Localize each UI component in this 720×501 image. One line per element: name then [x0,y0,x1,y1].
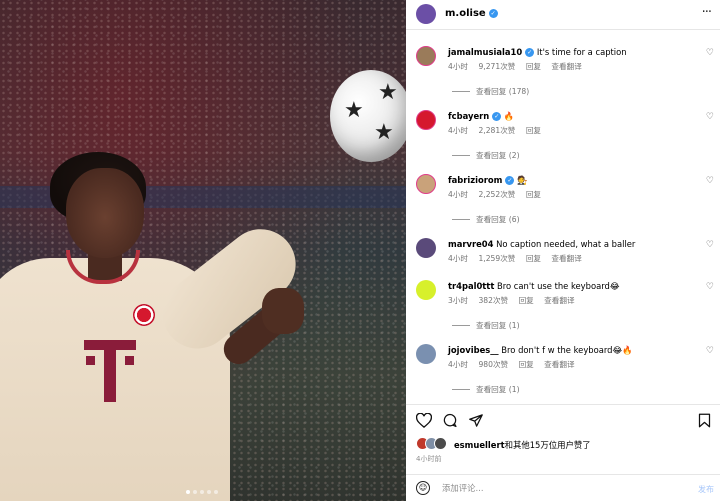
comment-meta: 4小时 2,252次赞 回复 [448,190,541,199]
post-actions [406,404,720,434]
share-icon[interactable] [468,413,484,431]
verified-icon: ✓ [492,112,502,121]
view-replies-button[interactable]: 查看回复 (1) [452,320,520,331]
comment-text: marvre04 No caption needed, what a balle… [448,239,636,249]
post-photo[interactable]: ★ ★ ★ [0,0,406,501]
comment-heart-icon[interactable]: ♡ [706,176,714,186]
post-comment-button[interactable]: 发布 [698,484,714,495]
comment-username[interactable]: fcbayern [448,111,489,121]
player-head [66,168,144,258]
commenter-avatar[interactable] [416,46,436,66]
comment-text: jojovibes__ Bro don't f w the keyboard😂🔥 [448,345,633,355]
comment-username[interactable]: jojovibes__ [448,345,499,355]
comment-likes[interactable]: 1,259次赞 [478,254,515,263]
view-replies-button[interactable]: 查看回复 (6) [452,214,520,225]
comment-username[interactable]: tr4pal0ttt [448,281,494,291]
verified-icon: ✓ [525,48,535,57]
likes-text: esmuellert和其他15万位用户赞了 [454,440,591,450]
comment-icon[interactable] [442,413,458,431]
translate-button[interactable]: 查看翻译 [544,296,574,305]
comment-heart-icon[interactable]: ♡ [706,240,714,250]
commenter-avatar[interactable] [416,344,436,364]
view-replies-button[interactable]: 查看回复 (1) [452,384,520,395]
owner-avatar[interactable] [416,4,436,24]
comments-panel: m.olise ✓ ··· jamalmusiala10 ✓ It's time f… [406,0,720,501]
post-timestamp: 4小时前 [416,455,442,463]
heart-icon[interactable] [415,412,433,431]
reply-button[interactable]: 回复 [526,190,541,199]
verified-icon: ✓ [505,176,515,185]
comment-text: fabriziorom ✓ 🧑‍⚖️ [448,175,528,185]
comment-username[interactable]: marvre04 [448,239,493,249]
player-hand [262,288,304,334]
comment-meta: 3小时 382次赞 回复 查看翻译 [448,296,575,305]
bookmark-icon[interactable] [698,413,711,431]
comment-text: fcbayern ✓ 🔥 [448,111,515,121]
comment-username[interactable]: jamalmusiala10 [448,47,522,57]
comment-likes[interactable]: 382次赞 [478,296,508,305]
reply-button[interactable]: 回复 [526,254,541,263]
translate-button[interactable]: 查看翻译 [544,360,574,369]
football: ★ ★ ★ [330,70,406,162]
comment-likes[interactable]: 9,271次赞 [478,62,515,71]
reply-button[interactable]: 回复 [519,296,534,305]
liker-avatar [434,437,447,450]
view-replies-button[interactable]: 查看回复 (178) [452,86,529,97]
comment-meta: 4小时 1,259次赞 回复 查看翻译 [448,254,582,263]
comment-text: jamalmusiala10 ✓ It's time for a caption [448,47,627,57]
owner-username[interactable]: m.olise ✓ [445,8,498,19]
comment-username[interactable]: fabriziorom [448,175,502,185]
commenter-avatar[interactable] [416,174,436,194]
view-replies-button[interactable]: 查看回复 (2) [452,150,520,161]
translate-button[interactable]: 查看翻译 [551,62,581,71]
carousel-indicator[interactable] [186,490,218,494]
reply-button[interactable]: 回复 [526,62,541,71]
comment-heart-icon[interactable]: ♡ [706,112,714,122]
comment-likes[interactable]: 2,252次赞 [478,190,515,199]
comment-text: tr4pal0ttt Bro can't use the keyboard😂 [448,281,620,291]
comment-meta: 4小时 9,271次赞 回复 查看翻译 [448,62,582,71]
club-crest [133,304,155,326]
comment-likes[interactable]: 980次赞 [478,360,508,369]
comment-meta: 4小时 2,281次赞 回复 [448,126,541,135]
comment-heart-icon[interactable]: ♡ [706,346,714,356]
translate-button[interactable]: 查看翻译 [551,254,581,263]
post-header: m.olise ✓ ··· [406,0,720,30]
emoji-icon[interactable]: ☺ [416,481,430,495]
comment-likes[interactable]: 2,281次赞 [478,126,515,135]
liker-username[interactable]: esmuellert [454,440,505,450]
more-options-icon[interactable]: ··· [702,5,712,20]
commenter-avatar[interactable] [416,280,436,300]
comment-meta: 4小时 980次赞 回复 查看翻译 [448,360,575,369]
verified-icon: ✓ [488,9,498,18]
sponsor-logo [84,340,136,402]
comment-input[interactable] [442,479,672,497]
comment-heart-icon[interactable]: ♡ [706,282,714,292]
comments-list: jamalmusiala10 ✓ It's time for a caption … [406,30,720,404]
commenter-avatar[interactable] [416,238,436,258]
commenter-avatar[interactable] [416,110,436,130]
comment-heart-icon[interactable]: ♡ [706,48,714,58]
add-comment-bar: ☺ 发布 [406,474,720,501]
reply-button[interactable]: 回复 [526,126,541,135]
reply-button[interactable]: 回复 [519,360,534,369]
